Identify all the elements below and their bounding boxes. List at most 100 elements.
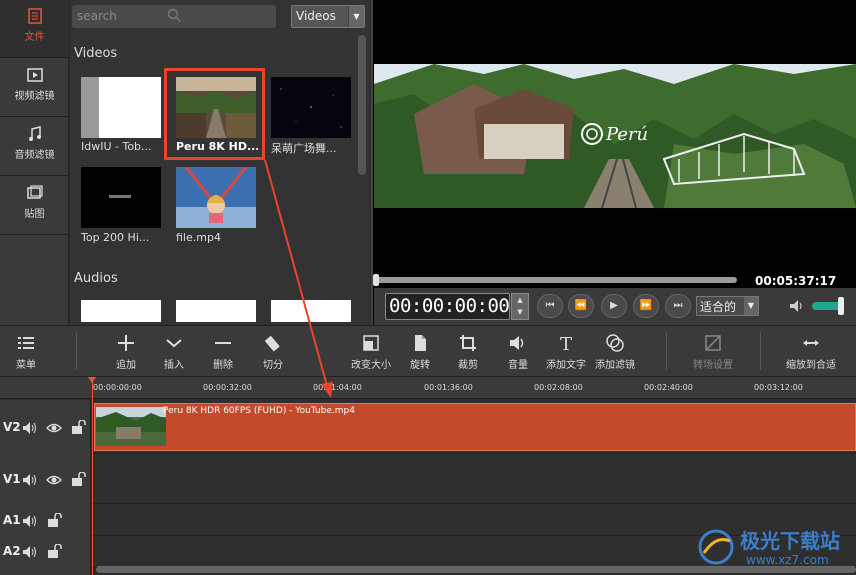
menu-label: 菜单 <box>16 360 36 371</box>
delete-button[interactable]: 删除 <box>213 333 233 371</box>
play-icon: ▶ <box>610 300 618 311</box>
chevron-down-icon: ▼ <box>744 297 758 315</box>
audio-thumb[interactable] <box>176 300 256 322</box>
transition-icon <box>705 335 721 351</box>
track-name: A1 <box>3 513 21 527</box>
ruler-tick: 00:02:08:00 <box>534 383 583 392</box>
timecode-field[interactable]: 00:00:00:00 <box>385 293 510 320</box>
filter-icon <box>606 334 624 352</box>
zoom-fit-value: 适合的 <box>700 300 737 314</box>
video-filter-icon <box>26 68 43 82</box>
video-thumb-file[interactable] <box>176 166 256 228</box>
watermark: 极光下载站 www.xz7.com <box>696 523 856 573</box>
skip-start-button[interactable]: ⏮ <box>537 294 563 318</box>
video-label: file.mp4 <box>176 231 221 244</box>
toolbar-divider <box>76 332 77 370</box>
speaker-icon <box>510 336 524 350</box>
fast-forward-icon: ⏩ <box>639 300 653 311</box>
preview-progress-track[interactable] <box>375 277 737 283</box>
chevron-down-icon: ▼ <box>517 308 523 316</box>
audio-thumb[interactable] <box>81 300 161 322</box>
sidebar-item-video-filter[interactable]: 视频滤镜 <box>0 59 69 117</box>
resize-label: 改变大小 <box>351 360 391 371</box>
watermark-logo-icon <box>698 529 734 565</box>
volume-label: 音量 <box>508 360 528 371</box>
selection-highlight-box <box>164 68 265 160</box>
crop-button[interactable]: 裁剪 <box>458 333 478 371</box>
watermark-url: www.xz7.com <box>746 553 829 567</box>
preview-progress-handle[interactable] <box>373 274 379 286</box>
chevron-down-icon <box>166 339 182 348</box>
menu-button[interactable]: 菜单 <box>16 333 36 371</box>
speaker-icon[interactable] <box>22 514 38 528</box>
rewind-button[interactable]: ⏪ <box>568 294 594 318</box>
volume-button[interactable]: 音量 <box>508 333 528 371</box>
play-button[interactable]: ▶ <box>601 294 627 318</box>
append-button[interactable]: 追加 <box>116 333 136 371</box>
ruler-tick: 00:02:40:00 <box>644 383 693 392</box>
sidebar-item-label: 视频滤镜 <box>14 91 55 102</box>
unlock-icon[interactable] <box>46 544 62 558</box>
playhead[interactable] <box>92 377 93 575</box>
eye-icon[interactable] <box>46 421 62 435</box>
skip-start-icon: ⏮ <box>545 300 555 311</box>
zoom-to-fit-button[interactable]: 缩放到合适 <box>786 333 836 371</box>
volume-slider-handle[interactable] <box>838 297 844 315</box>
rotate-label: 旋转 <box>410 360 430 371</box>
sidebar-item-audio-filter[interactable]: 音频滤镜 <box>0 118 69 176</box>
playhead-marker[interactable] <box>88 377 96 383</box>
minus-icon <box>215 342 231 344</box>
preview-logo-text: Perú <box>605 124 648 145</box>
skip-end-button[interactable]: ⏭ <box>665 294 691 318</box>
sidebar-item-file[interactable]: 文件 <box>0 0 69 58</box>
resize-button[interactable]: 改变大小 <box>351 333 391 371</box>
video-label: Top 200 Hi... <box>81 231 150 244</box>
sidebar-item-label: 音频滤镜 <box>14 150 55 161</box>
crop-icon <box>460 335 476 351</box>
crop-label: 裁剪 <box>458 360 478 371</box>
transition-settings-button[interactable]: 转场设置 <box>693 333 733 371</box>
menu-icon <box>18 337 34 349</box>
track-row-v1[interactable] <box>0 454 856 504</box>
speaker-icon[interactable] <box>22 473 38 487</box>
media-type-select[interactable]: Videos ▼ <box>291 5 365 28</box>
add-filter-button[interactable]: 添加滤镜 <box>595 333 635 371</box>
delete-label: 删除 <box>213 360 233 371</box>
search-icon <box>167 8 182 23</box>
toolbar-divider <box>666 332 667 370</box>
speaker-icon[interactable] <box>22 545 38 559</box>
unlock-icon[interactable] <box>70 420 86 434</box>
sidebar-item-sticker[interactable]: 贴图 <box>0 177 69 235</box>
split-button[interactable]: 切分 <box>263 333 283 371</box>
volume-icon[interactable] <box>789 299 805 313</box>
watermark-text: 极光下载站 <box>740 529 840 553</box>
fast-forward-button[interactable]: ⏩ <box>633 294 659 318</box>
sidebar-item-label: 贴图 <box>24 209 45 220</box>
skip-end-icon: ⏭ <box>673 300 683 311</box>
add-text-label: 添加文字 <box>546 360 586 371</box>
insert-button[interactable]: 插入 <box>164 333 184 371</box>
add-text-button[interactable]: T 添加文字 <box>546 333 586 371</box>
eye-icon[interactable] <box>46 473 62 487</box>
video-thumb-dance[interactable] <box>271 77 351 138</box>
unlock-icon[interactable] <box>46 513 62 527</box>
video-thumb-top200[interactable] <box>81 167 161 228</box>
audio-thumb[interactable] <box>271 300 351 322</box>
ruler-tick: 00:01:36:00 <box>424 383 473 392</box>
svg-text:T: T <box>560 334 572 353</box>
plus-icon <box>118 335 134 351</box>
rotate-button[interactable]: 旋转 <box>410 333 430 371</box>
speaker-icon[interactable] <box>22 421 38 435</box>
toolbar-divider <box>760 332 761 370</box>
browser-scrollbar[interactable] <box>358 35 366 175</box>
zoom-fit-select[interactable]: 适合的 ▼ <box>696 296 759 316</box>
ruler-tick: 00:00:00:00 <box>93 383 142 392</box>
video-thumb-idwiu[interactable] <box>81 77 161 138</box>
razor-icon <box>265 336 280 352</box>
fit-width-icon <box>803 340 819 346</box>
rewind-icon: ⏪ <box>574 300 588 311</box>
duration-label: 00:05:37:17 <box>755 274 837 288</box>
unlock-icon[interactable] <box>70 472 86 486</box>
timecode-stepper[interactable]: ▲ ▼ <box>511 293 529 320</box>
rotate-icon <box>415 335 426 351</box>
